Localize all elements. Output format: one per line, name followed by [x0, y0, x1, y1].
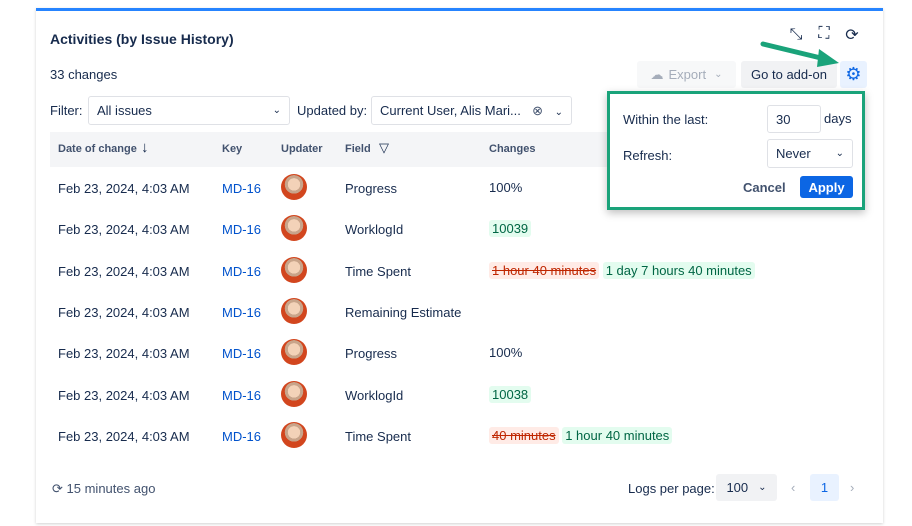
days-label: days [824, 111, 852, 126]
table-row: Feb 23, 2024, 4:03 AM MD-16 Time Spent 1… [50, 251, 860, 292]
old-value: 1 hour 40 minutes [489, 261, 600, 279]
issue-key-link[interactable]: MD-16 [222, 388, 261, 403]
annotation-arrow-icon [760, 41, 839, 67]
refresh-icon: ⟳ [52, 481, 63, 496]
issue-key-link[interactable]: MD-16 [222, 346, 261, 361]
refresh-select[interactable]: Never ⌄ [767, 139, 853, 168]
settings-popover: Within the last: 30 days Refresh: Never ⌄… [607, 91, 865, 210]
issue-key-link[interactable]: MD-16 [222, 264, 261, 279]
old-value: 40 minutes [489, 426, 559, 444]
activities-gadget: Activities (by Issue History) ⤡ ⛶ ⟳ 33 c… [36, 8, 883, 523]
last-refreshed: ⟳ 15 minutes ago [52, 481, 155, 497]
chevron-down-icon: ⌄ [272, 105, 281, 116]
table-row: Feb 23, 2024, 4:03 AM MD-16 Time Spent 4… [50, 416, 860, 457]
table-row: Feb 23, 2024, 4:03 AM MD-16 Progress 100… [50, 333, 860, 374]
field-cell: Time Spent [345, 263, 411, 279]
field-cell: Progress [345, 181, 398, 196]
avatar[interactable] [281, 174, 307, 200]
page-1-button[interactable]: 1 [810, 474, 839, 501]
updated-by-select[interactable]: Current User, Alis Mari... ⊗ ⌄ [371, 96, 572, 125]
field-cell: WorklogId [345, 222, 404, 238]
filter-funnel-icon[interactable]: ▽ [379, 140, 389, 156]
date-cell: Feb 23, 2024, 4:03 AM [58, 263, 190, 279]
col-field: Field [345, 143, 371, 155]
changes-cell: 100% [489, 180, 522, 195]
refresh-icon[interactable]: ⟳ [842, 25, 862, 45]
avatar[interactable] [281, 339, 307, 366]
export-label: Export [668, 67, 707, 82]
issue-key-link[interactable]: MD-16 [222, 305, 261, 320]
chevron-down-icon: ⌄ [554, 106, 563, 118]
avatar[interactable] [281, 421, 307, 448]
date-cell: Feb 23, 2024, 4:03 AM [58, 428, 190, 444]
apply-button[interactable]: Apply [800, 176, 853, 198]
new-value: 10039 [489, 220, 532, 238]
updated-by-label: Updated by: [297, 103, 368, 118]
col-changes: Changes [489, 143, 536, 155]
table-row: Feb 23, 2024, 4:03 AM MD-16 WorklogId 10… [50, 209, 860, 250]
logs-value: 100 [726, 480, 749, 495]
avatar[interactable] [281, 380, 307, 407]
change-value: 100% [489, 180, 523, 195]
logs-per-page-select[interactable]: 100 ⌄ [716, 474, 777, 501]
issue-key-link[interactable]: MD-16 [222, 222, 261, 237]
change-value: 100% [489, 345, 523, 361]
avatar[interactable] [281, 297, 307, 324]
field-cell: Progress [345, 346, 398, 362]
avatar[interactable] [281, 256, 307, 283]
chevron-down-icon: ⌄ [758, 482, 767, 493]
cancel-button[interactable]: Cancel [743, 180, 786, 195]
chevron-down-icon: ⌄ [835, 148, 844, 159]
within-label: Within the last: [623, 112, 709, 127]
changes-cell: 1 hour 40 minutes 1 day 7 hours 40 minut… [489, 261, 755, 279]
filter-value: All issues [97, 103, 152, 118]
new-value: 10038 [489, 385, 532, 403]
refresh-label: Refresh: [623, 148, 673, 163]
table-row: Feb 23, 2024, 4:03 AM MD-16 WorklogId 10… [50, 375, 860, 416]
clear-icon[interactable]: ⊗ [532, 103, 543, 118]
new-value: 1 day 7 hours 40 minutes [602, 261, 755, 279]
refresh-value: Never [776, 146, 811, 161]
field-cell: Remaining Estimate [345, 304, 462, 320]
table-row: Feb 23, 2024, 4:03 AM MD-16 Remaining Es… [50, 292, 860, 333]
date-cell: Feb 23, 2024, 4:03 AM [58, 387, 190, 403]
issue-filter-select[interactable]: All issues ⌄ [88, 96, 290, 125]
date-cell: Feb 23, 2024, 4:03 AM [58, 181, 190, 196]
date-cell: Feb 23, 2024, 4:03 AM [58, 222, 190, 238]
export-button[interactable]: ☁ Export ⌄ [637, 61, 736, 88]
date-cell: Feb 23, 2024, 4:03 AM [58, 346, 190, 362]
avatar[interactable] [281, 215, 307, 242]
changes-cell: 40 minutes 1 hour 40 minutes [489, 426, 673, 444]
field-cell: WorklogId [345, 387, 404, 403]
field-cell: Time Spent [345, 428, 411, 444]
chevron-down-icon: ⌄ [714, 69, 723, 80]
date-cell: Feb 23, 2024, 4:03 AM [58, 304, 190, 320]
cloud-download-icon: ☁ [650, 66, 664, 82]
updated-by-value: Current User, Alis Mari... [380, 103, 521, 118]
issue-key-link[interactable]: MD-16 [222, 429, 261, 444]
col-updater: Updater [281, 143, 323, 155]
filter-label: Filter: [50, 103, 83, 118]
sort-desc-icon[interactable]: ↓ [141, 139, 149, 156]
logs-per-page-label: Logs per page: [628, 481, 715, 496]
refreshed-text: 15 minutes ago [66, 481, 156, 496]
gadget-title: Activities (by Issue History) [50, 31, 234, 47]
changes-cell: 100% [489, 345, 522, 360]
within-days-input[interactable]: 30 [767, 105, 821, 133]
issue-key-link[interactable]: MD-16 [222, 181, 261, 196]
changes-count: 33 changes [50, 67, 118, 82]
col-key: Key [222, 143, 243, 155]
new-value: 1 hour 40 minutes [562, 426, 673, 444]
changes-cell: 10039 [489, 220, 532, 238]
next-page-icon[interactable]: › [850, 480, 854, 495]
col-date[interactable]: Date of change [58, 143, 137, 155]
changes-cell: 10038 [489, 385, 532, 403]
prev-page-icon[interactable]: ‹ [791, 480, 795, 495]
